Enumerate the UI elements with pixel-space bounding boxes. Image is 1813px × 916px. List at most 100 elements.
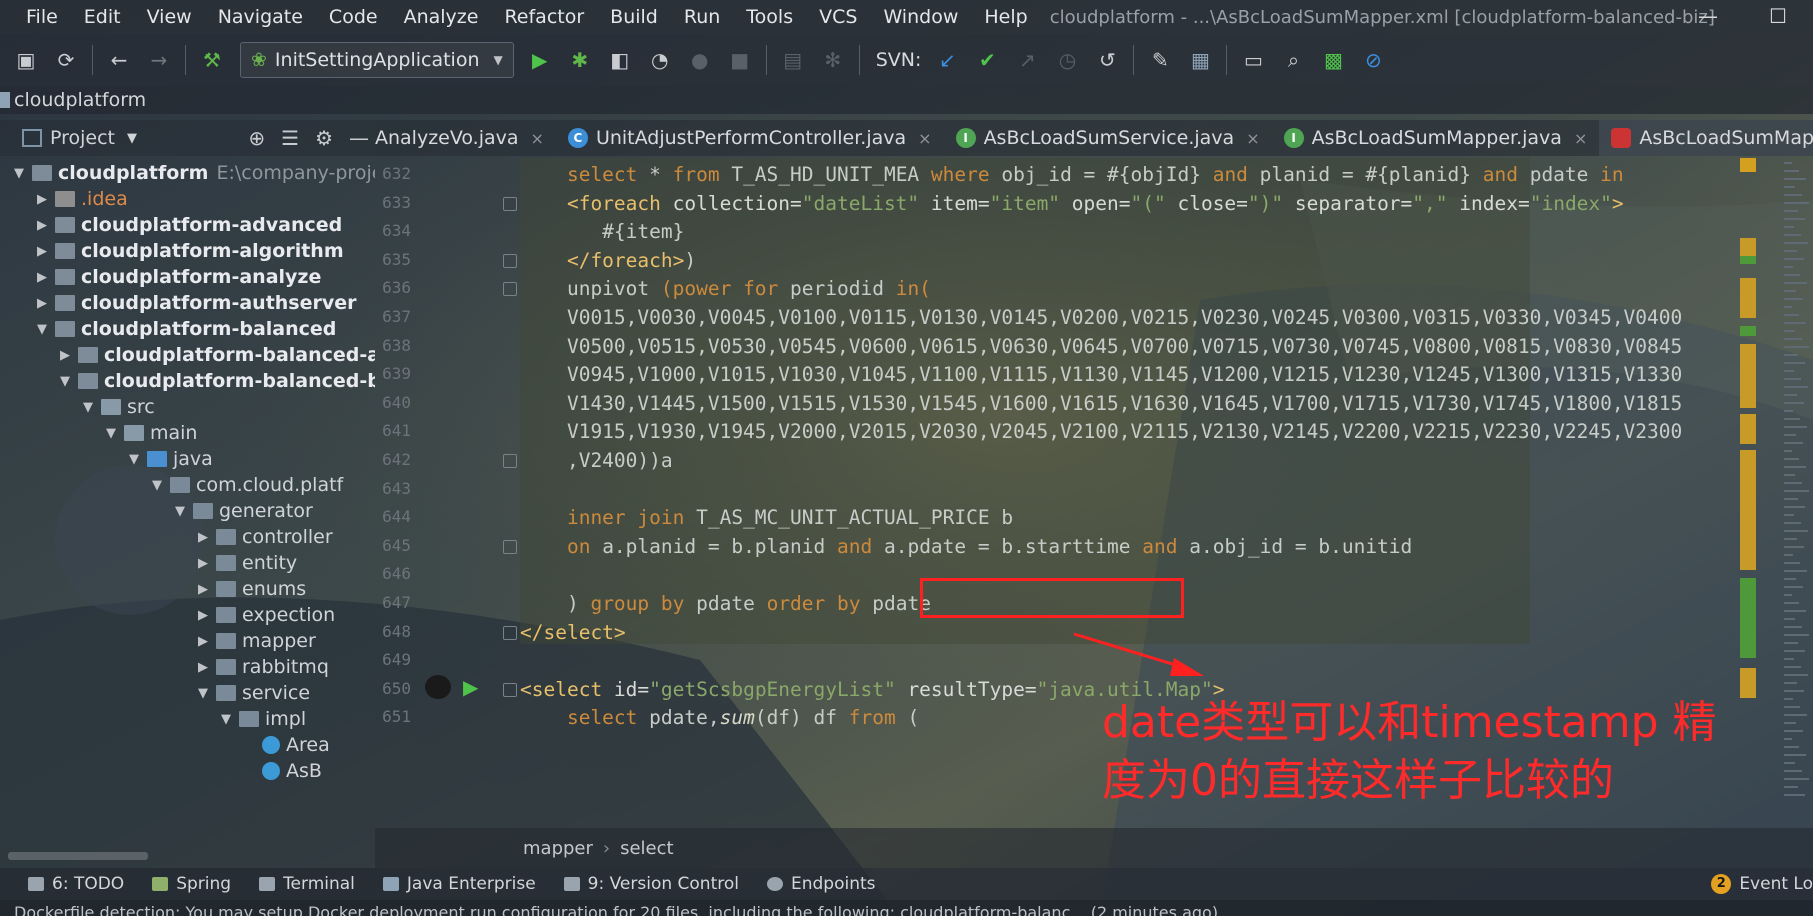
sync-icon[interactable]: ⟳ <box>52 46 80 74</box>
terminal-icon[interactable]: ▭ <box>1239 46 1267 74</box>
chevron-right-icon[interactable]: ▶ <box>37 270 55 285</box>
stripe-marker[interactable] <box>1740 278 1756 318</box>
stripe-marker[interactable] <box>1740 158 1756 172</box>
menu-navigate[interactable]: Navigate <box>218 6 303 28</box>
maximize-button[interactable]: ☐ <box>1743 0 1813 34</box>
horizontal-scrollbar[interactable] <box>8 852 148 860</box>
chevron-right-icon[interactable]: ▶ <box>37 192 55 207</box>
editor-tab[interactable]: AsBcLoadSumMapper.xml× <box>1599 120 1813 156</box>
run-icon[interactable]: ▶ <box>526 46 554 74</box>
menu-analyze[interactable]: Analyze <box>404 6 479 28</box>
device-icon[interactable]: ▤ <box>779 46 807 74</box>
chevron-right-icon[interactable]: ▶ <box>198 556 216 571</box>
fold-marker-icon[interactable] <box>503 682 517 697</box>
chevron-down-icon[interactable]: ▼ <box>129 452 147 467</box>
fold-marker-icon[interactable] <box>503 196 517 211</box>
chevron-right-icon[interactable]: ▶ <box>37 244 55 259</box>
tool-version-control[interactable]: 9: Version Control <box>563 874 739 894</box>
chevron-right-icon[interactable]: ▶ <box>198 660 216 675</box>
chevron-right-icon[interactable]: ▶ <box>198 582 216 597</box>
status-message[interactable]: Dockerfile detection: You may setup Dock… <box>14 903 1218 916</box>
fold-marker-icon[interactable] <box>503 253 517 268</box>
event-log[interactable]: 2 Event Lo <box>1711 868 1813 900</box>
run-configuration-select[interactable]: ❀ InitSettingApplication ▼ <box>240 42 514 78</box>
revert-icon[interactable]: ↺ <box>1093 46 1121 74</box>
menu-window[interactable]: Window <box>883 6 958 28</box>
breadcrumb-project[interactable]: cloudplatform <box>14 89 146 111</box>
stripe-marker[interactable] <box>1740 450 1756 570</box>
chevron-down-icon[interactable]: ▼ <box>127 131 137 146</box>
history-icon[interactable]: ◷ <box>1053 46 1081 74</box>
editor-tab[interactable]: AnalyzeVo.java × <box>375 120 556 156</box>
forward-icon[interactable]: → <box>145 46 173 74</box>
activity-monitor-icon[interactable]: ▩ <box>1319 46 1347 74</box>
tool-spring[interactable]: Spring <box>152 874 231 894</box>
menu-view[interactable]: View <box>147 6 192 28</box>
mybatis-bird-icon[interactable] <box>425 674 451 699</box>
chevron-right-icon[interactable]: ▶ <box>37 296 55 311</box>
tool-java-enterprise[interactable]: Java Enterprise <box>382 874 536 894</box>
tool-endpoints[interactable]: Endpoints <box>767 874 876 894</box>
stripe-marker[interactable] <box>1740 344 1756 408</box>
menu-help[interactable]: Help <box>984 6 1027 28</box>
tool-terminal[interactable]: Terminal <box>259 874 355 894</box>
attach-icon[interactable]: ● <box>686 46 714 74</box>
chevron-right-icon[interactable]: ▶ <box>37 218 55 233</box>
chevron-down-icon[interactable]: ▼ <box>152 478 170 493</box>
stripe-marker[interactable] <box>1740 578 1756 658</box>
editor-tab[interactable]: I AsBcLoadSumService.java × <box>944 120 1272 156</box>
editor-tab[interactable]: I AsBcLoadSumMapper.java × <box>1272 120 1600 156</box>
chevron-down-icon[interactable]: ▼ <box>83 400 101 415</box>
close-icon[interactable]: × <box>1246 129 1259 148</box>
chevron-down-icon[interactable]: ▼ <box>14 166 32 181</box>
save-icon[interactable]: ▣ <box>12 46 40 74</box>
project-structure-icon[interactable]: ▦ <box>1186 46 1214 74</box>
profile-icon[interactable]: ◔ <box>646 46 674 74</box>
svn-update-icon[interactable]: ↙ <box>933 46 961 74</box>
debug-icon[interactable]: ✱ <box>566 46 594 74</box>
minimize-button[interactable]: — <box>1673 0 1743 34</box>
stop-icon[interactable]: ■ <box>726 46 754 74</box>
stripe-marker[interactable] <box>1740 668 1756 698</box>
stripe-marker[interactable] <box>1740 414 1756 444</box>
menu-edit[interactable]: Edit <box>84 6 121 28</box>
collapse-all-icon[interactable]: ☰ <box>281 126 299 150</box>
menu-file[interactable]: File <box>26 6 58 28</box>
chevron-down-icon[interactable]: ▼ <box>60 374 78 389</box>
close-icon[interactable]: × <box>1574 129 1587 148</box>
menu-refactor[interactable]: Refactor <box>504 6 584 28</box>
close-icon[interactable]: × <box>918 129 931 148</box>
error-stripe[interactable] <box>1738 158 1758 826</box>
chevron-down-icon[interactable]: ▼ <box>221 712 239 727</box>
chevron-right-icon[interactable]: ▶ <box>60 348 78 363</box>
coverage-icon[interactable]: ◧ <box>606 46 634 74</box>
search-icon[interactable]: ⌕ <box>1279 46 1307 74</box>
chevron-right-icon[interactable]: ▶ <box>198 530 216 545</box>
settings-wrench-icon[interactable]: ✎ <box>1146 46 1174 74</box>
locate-icon[interactable]: ⊕ <box>248 126 265 150</box>
chevron-right-icon[interactable]: ▶ <box>198 634 216 649</box>
fold-marker-icon[interactable] <box>503 282 517 297</box>
chevron-down-icon[interactable]: ▼ <box>37 322 55 337</box>
project-panel-title[interactable]: Project <box>50 127 115 149</box>
stripe-marker[interactable] <box>1740 326 1756 336</box>
search-everywhere-icon[interactable]: ✻ <box>819 46 847 74</box>
close-icon[interactable]: × <box>531 129 544 148</box>
power-save-icon[interactable]: ⊘ <box>1359 46 1387 74</box>
chevron-down-icon[interactable]: ▼ <box>175 504 193 519</box>
back-icon[interactable]: ← <box>105 46 133 74</box>
tree-item[interactable]: AsB <box>244 756 322 786</box>
stripe-marker[interactable] <box>1740 238 1756 258</box>
editor-crumb-select[interactable]: select <box>620 838 673 859</box>
fold-marker-icon[interactable] <box>503 454 517 468</box>
menu-vcs[interactable]: VCS <box>819 6 857 28</box>
editor-crumb-mapper[interactable]: mapper <box>523 838 593 859</box>
fold-marker-icon[interactable] <box>503 539 517 554</box>
build-hammer-icon[interactable]: ⚒ <box>198 46 226 74</box>
hide-panel-icon[interactable]: — <box>349 126 369 150</box>
gear-icon[interactable]: ⚙ <box>315 126 333 150</box>
menu-build[interactable]: Build <box>610 6 658 28</box>
stripe-marker[interactable] <box>1740 256 1756 264</box>
tool-todo[interactable]: 6: TODO <box>28 874 124 894</box>
svn-compare-icon[interactable]: ↗ <box>1013 46 1041 74</box>
